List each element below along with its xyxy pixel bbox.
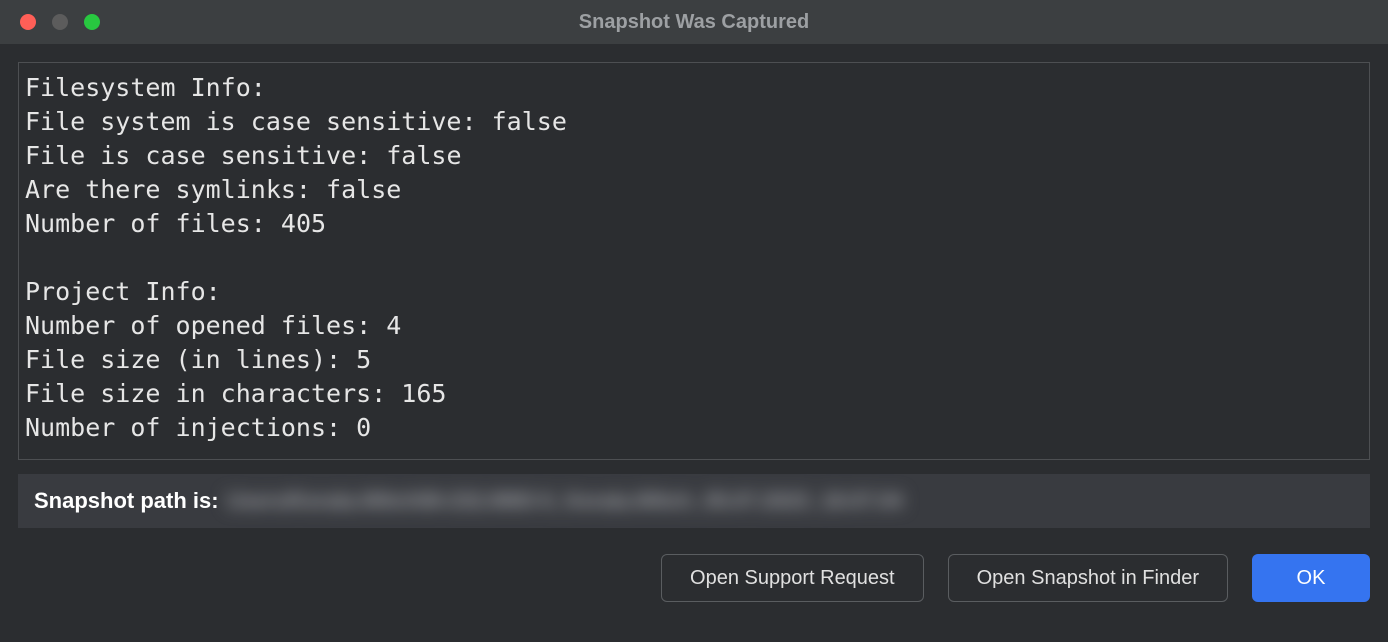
traffic-lights (20, 14, 100, 30)
info-text: Filesystem Info: File system is case sen… (25, 71, 1363, 445)
window-title: Snapshot Was Captured (0, 11, 1388, 34)
info-box: Filesystem Info: File system is case sen… (18, 62, 1370, 460)
open-snapshot-in-finder-button[interactable]: Open Snapshot in Finder (948, 554, 1228, 602)
maximize-icon[interactable] (84, 14, 100, 30)
dialog-content: Filesystem Info: File system is case sen… (0, 44, 1388, 642)
minimize-icon[interactable] (52, 14, 68, 30)
button-row: Open Support Request Open Snapshot in Fi… (18, 554, 1370, 602)
snapshot-path-bar: Snapshot path is: Users/Kerala.Witch58-2… (18, 474, 1370, 528)
snapshot-path-value-redacted: Users/Kerala.Witch58-232.8983 6_Kerala.W… (227, 488, 1354, 514)
titlebar: Snapshot Was Captured (0, 0, 1388, 44)
open-support-request-button[interactable]: Open Support Request (661, 554, 924, 602)
close-icon[interactable] (20, 14, 36, 30)
snapshot-path-label: Snapshot path is: (34, 488, 219, 514)
ok-button[interactable]: OK (1252, 554, 1370, 602)
